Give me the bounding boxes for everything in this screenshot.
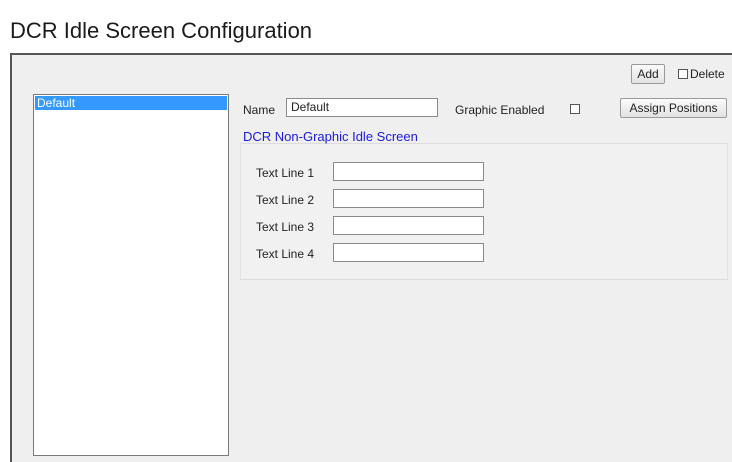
page-title: DCR Idle Screen Configuration xyxy=(10,18,313,43)
text-line-2-input[interactable] xyxy=(333,189,484,208)
name-label: Name xyxy=(243,103,276,117)
text-line-4-input[interactable] xyxy=(333,243,484,262)
assign-positions-button[interactable]: Assign Positions xyxy=(620,98,727,118)
idle-screen-list[interactable]: Default xyxy=(33,94,229,456)
text-line-3-input[interactable] xyxy=(333,216,484,235)
section-title: DCR Non-Graphic Idle Screen xyxy=(243,129,418,144)
text-line-1-input[interactable] xyxy=(333,162,484,181)
delete-checkbox[interactable] xyxy=(678,69,688,79)
text-line-3-label: Text Line 3 xyxy=(256,220,315,234)
name-input[interactable]: Default xyxy=(286,98,438,117)
add-button[interactable]: Add xyxy=(631,64,665,84)
text-line-4-label: Text Line 4 xyxy=(256,247,315,261)
list-item[interactable]: Default xyxy=(35,96,227,110)
graphic-enabled-label: Graphic Enabled xyxy=(455,103,545,117)
delete-label: Delete xyxy=(690,67,725,81)
text-line-2-label: Text Line 2 xyxy=(256,193,315,207)
text-line-1-label: Text Line 1 xyxy=(256,166,315,180)
graphic-enabled-checkbox[interactable] xyxy=(570,104,580,114)
